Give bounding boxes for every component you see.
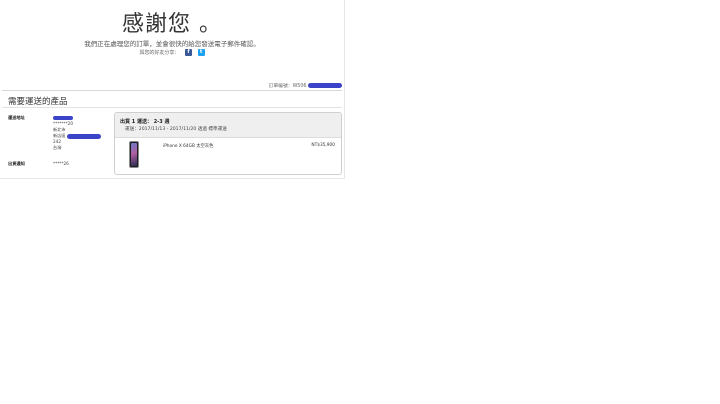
product-image: [129, 141, 139, 168]
address-line: 台灣: [53, 145, 62, 150]
twitter-icon[interactable]: t: [197, 49, 205, 56]
shipment-card: 出貨 1 運送： 2-3 週 運送：2017/11/13 - 2017/11/2…: [114, 112, 342, 175]
phone-screen: [131, 143, 137, 166]
shipping-address-label: 運送地址: [8, 115, 25, 120]
twitter-glyph: t: [199, 49, 203, 55]
shipment-dates: 運送：2017/11/13 - 2017/11/20 透過 標準運送: [125, 127, 227, 132]
shipment-title: 出貨 1 運送： 2-3 週: [120, 119, 170, 125]
shipment-header: 出貨 1 運送： 2-3 週 運送：2017/11/13 - 2017/11/2…: [115, 113, 341, 138]
order-confirmation-page: 感謝您 。 我們正在處理您的訂單，並會很快的給您發送電子郵件確認。 與您的好友分…: [0, 0, 345, 179]
facebook-glyph: f: [187, 49, 190, 55]
section-title: 需要運送的產品: [8, 97, 68, 107]
share-label: 與您的好友分享：: [139, 50, 180, 56]
shipping-address: *******20 新北市 新店區 242 台灣: [53, 115, 101, 151]
shipping-notice-value: *****26: [53, 161, 69, 166]
page-title: 感謝您 。: [122, 12, 222, 37]
facebook-icon[interactable]: f: [185, 49, 192, 56]
redaction-mark: [53, 116, 73, 120]
address-district: 新店區: [53, 133, 66, 138]
product-price: NT$35,900: [311, 143, 335, 148]
order-number: 訂單編號：W506: [269, 82, 342, 89]
divider: [2, 107, 342, 108]
share-row: 與您的好友分享： f t: [0, 49, 344, 56]
divider: [2, 90, 342, 91]
order-number-label: 訂單編號：W506: [268, 84, 307, 89]
product-name: iPhone X 64GB 太空灰色: [163, 144, 214, 149]
redaction-mark: [308, 83, 342, 88]
shipping-notice-label: 出貨通知: [8, 161, 25, 166]
redaction-mark: [66, 133, 101, 139]
processing-message: 我們正在處理您的訂單，並會很快的給您發送電子郵件確認。: [84, 40, 260, 48]
